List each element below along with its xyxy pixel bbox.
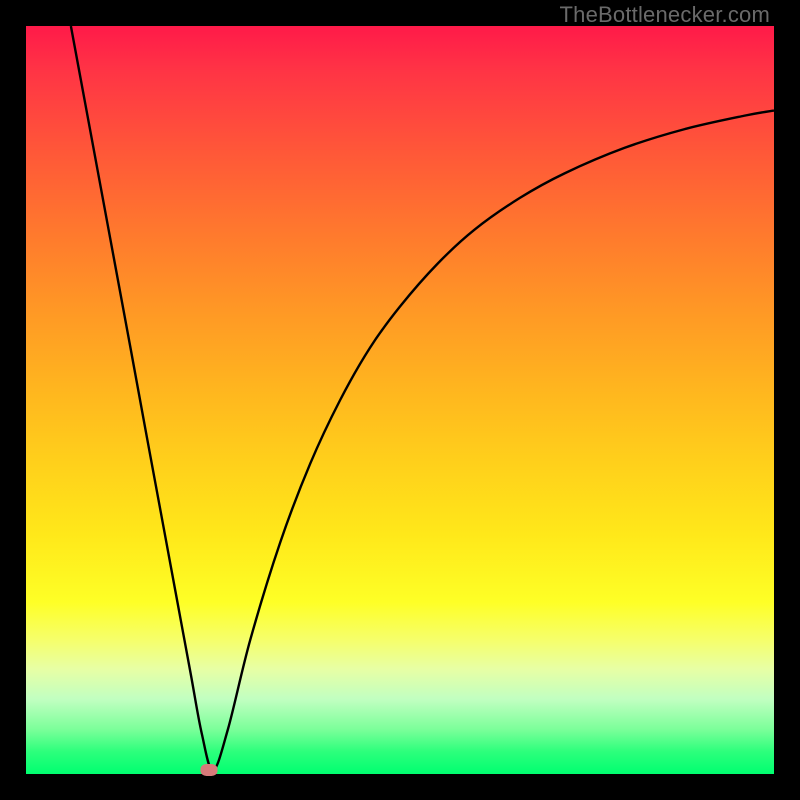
chart-frame xyxy=(26,26,774,774)
optimal-point-marker xyxy=(201,764,218,776)
bottleneck-curve xyxy=(26,26,774,774)
attribution-text: TheBottlenecker.com xyxy=(560,2,770,28)
plot-area xyxy=(26,26,774,774)
